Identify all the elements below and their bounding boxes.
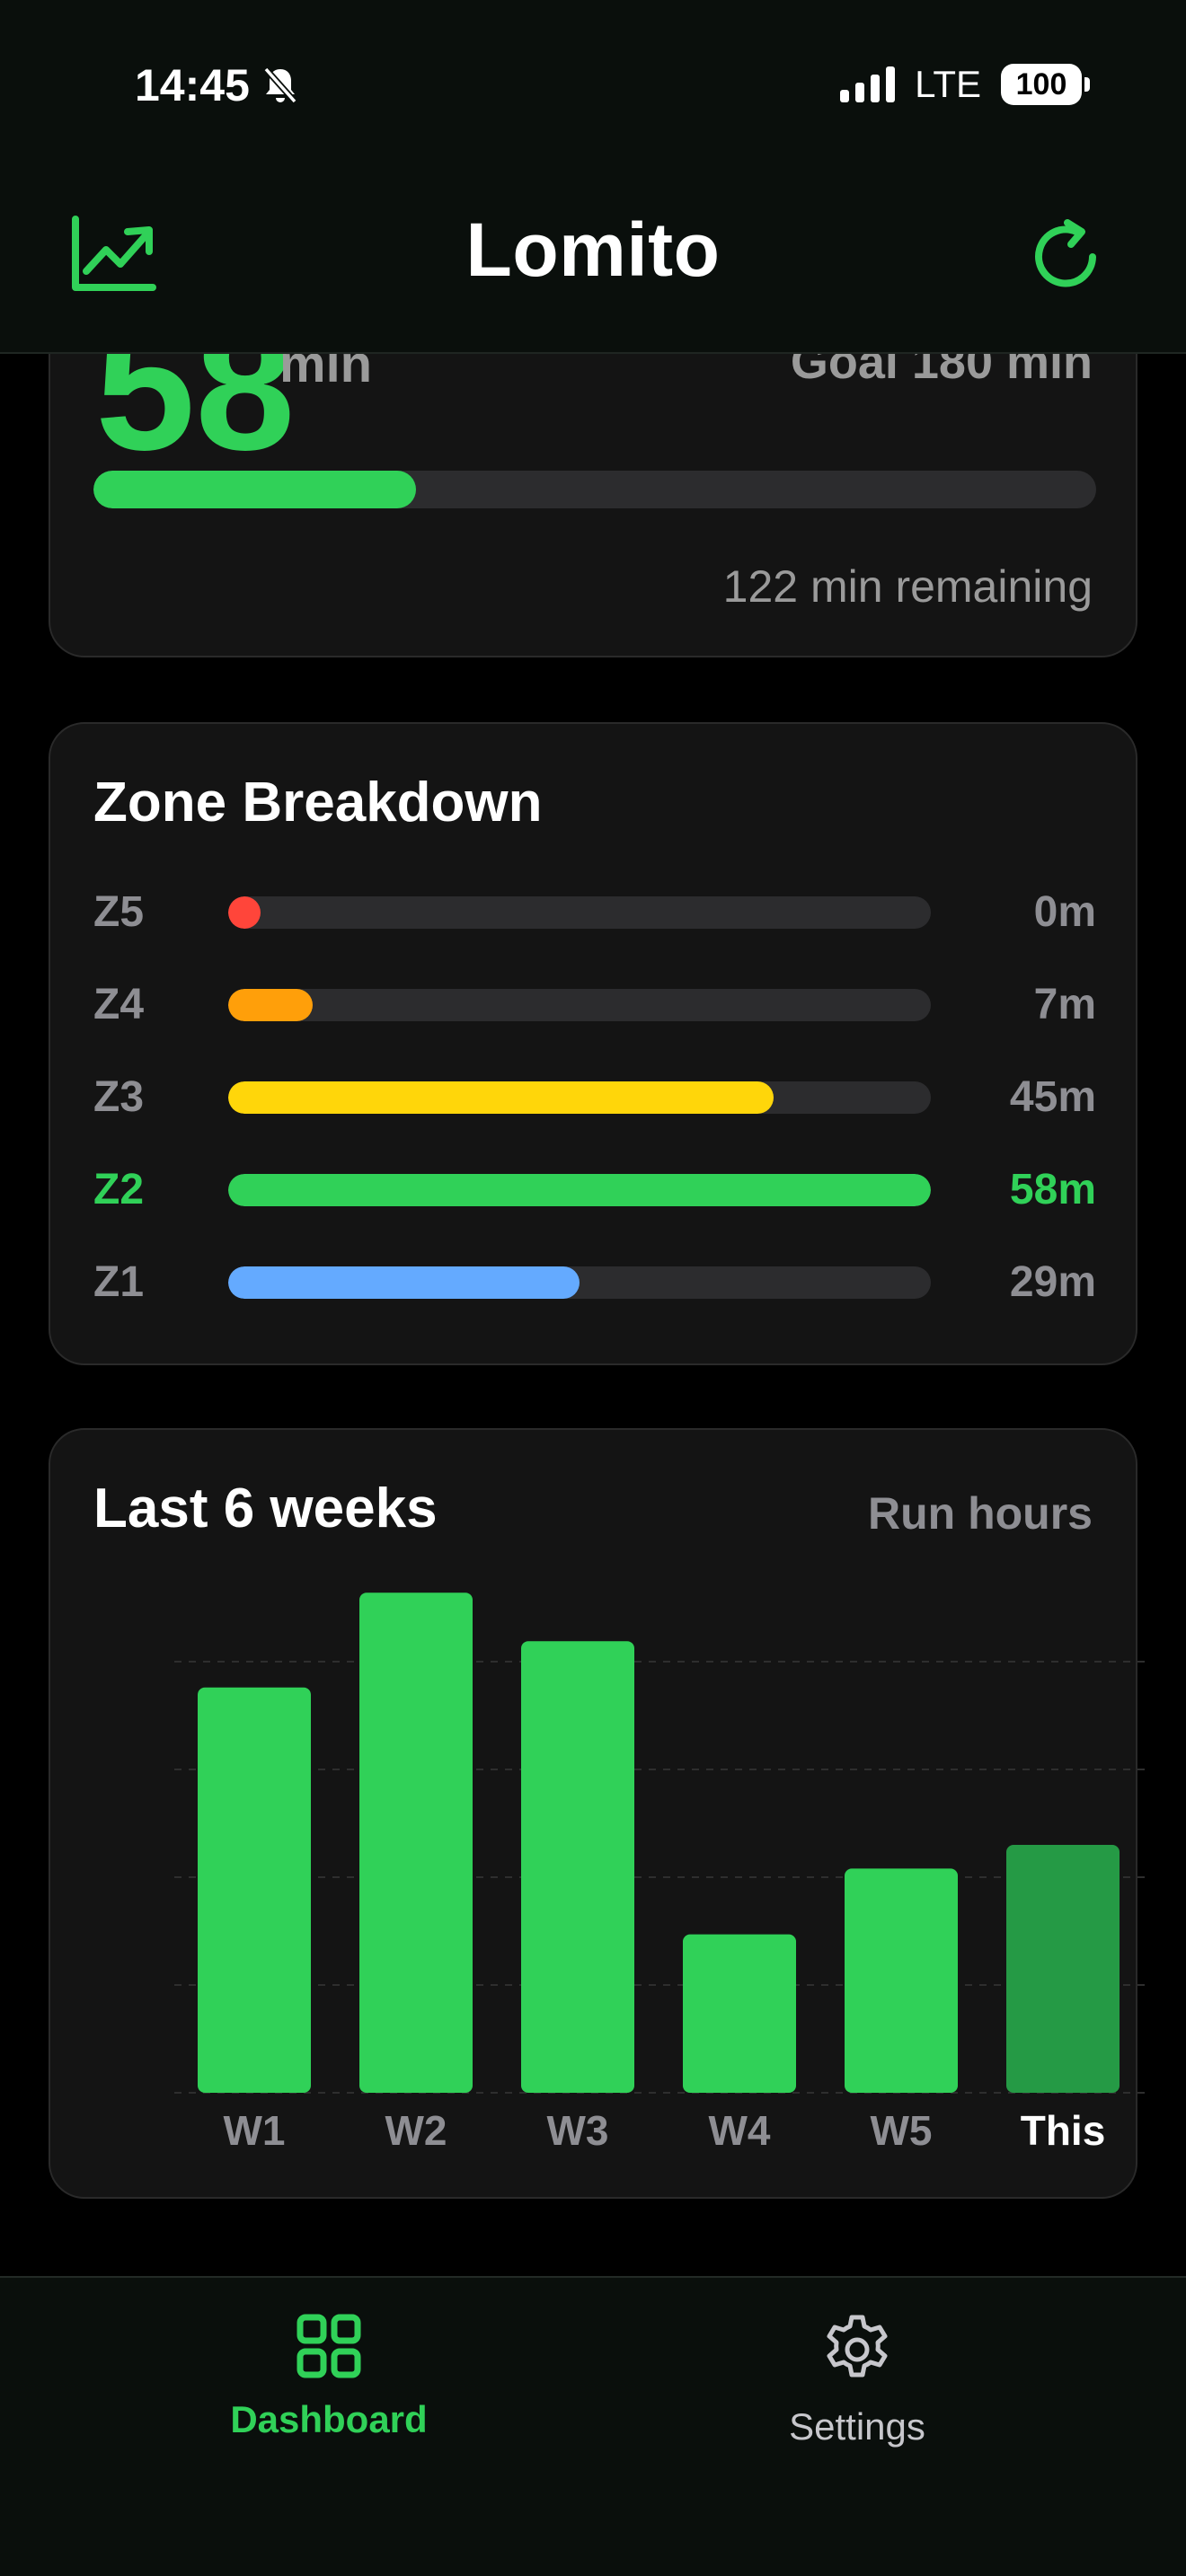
- tab-bar: Dashboard Settings: [0, 2276, 1186, 2576]
- zone-value: 0m: [1033, 888, 1096, 936]
- zone-value: 7m: [1033, 981, 1096, 1028]
- zone-row-z1: Z1 29m: [93, 1256, 1096, 1310]
- zone-bar-fill: [228, 1266, 580, 1299]
- top-header: 14:45 LTE 100 Lomito: [0, 0, 1186, 354]
- tab-dashboard-label: Dashboard: [230, 2398, 428, 2440]
- zone-row-z4: Z4 7m: [93, 978, 1096, 1032]
- remaining-label: 122 min remaining: [722, 561, 1093, 612]
- weekly-chart-title: Last 6 weeks: [93, 1478, 438, 1539]
- tab-settings[interactable]: Settings: [677, 2314, 1037, 2448]
- gear-icon: [827, 2315, 888, 2378]
- zone-bar-fill: [228, 896, 261, 929]
- zone-label: Z3: [93, 1073, 145, 1121]
- zone-bar-fill: [228, 989, 313, 1021]
- zone-value: 29m: [1009, 1258, 1096, 1306]
- goal-progress-fill: [93, 471, 417, 508]
- zone-bar: [228, 989, 931, 1021]
- chart-tick-label: This: [1021, 2107, 1106, 2154]
- battery-level: 100: [1015, 66, 1067, 101]
- cell-signal-icon: [840, 66, 896, 102]
- zone-label: Z4: [93, 981, 145, 1028]
- zone-breakdown-card: Zone Breakdown Z5 0m Z4 7m Z3 45m Z2 58m Z1 29m: [49, 722, 1137, 1365]
- goal-progress-bar: [93, 471, 1096, 508]
- chart-bar-w4: [683, 1934, 796, 2093]
- zone-bar: [228, 1081, 931, 1114]
- chart-tick-label: W1: [224, 2107, 286, 2154]
- chart-bar-this: [1006, 1845, 1120, 2093]
- zone-row-z3: Z3 45m: [93, 1071, 1096, 1125]
- zone-label: Z5: [93, 888, 145, 936]
- chart-bar-w5: [845, 1868, 958, 2093]
- app-screen: 58 min Goal 180 min 122 min remaining Zo…: [0, 0, 1186, 2576]
- status-time-group: 14:45: [135, 59, 298, 111]
- chart-bar-w1: [198, 1687, 311, 2093]
- zone-bar: [228, 1266, 931, 1299]
- weekly-chart-subtitle: Run hours: [868, 1488, 1093, 1539]
- zone-breakdown-title: Zone Breakdown: [93, 772, 543, 834]
- zone-value: 58m: [1009, 1166, 1096, 1213]
- chart-bar-w3: [521, 1641, 634, 2093]
- zone-label: Z1: [93, 1258, 145, 1306]
- weekly-chart-card: Last 6 weeks Run hours W1 W2 W3 W4 W5 This: [49, 1428, 1145, 2199]
- chart-bar-w2: [359, 1592, 473, 2093]
- zone-row-z2: Z2 58m: [93, 1163, 1096, 1217]
- zone-bar-fill: [228, 1081, 774, 1114]
- page-title: Lomito: [465, 207, 721, 292]
- zone-label: Z2: [93, 1166, 145, 1213]
- chart-tick-label: W3: [547, 2107, 609, 2154]
- network-type: LTE: [915, 63, 981, 105]
- chart-tick-label: W2: [385, 2107, 447, 2154]
- zone-bar: [228, 896, 931, 929]
- status-indicators: LTE 100: [840, 63, 1090, 106]
- tab-settings-label: Settings: [789, 2405, 925, 2448]
- weekly-bar-chart: W1 W2 W3 W4 W5 This: [174, 1592, 1145, 2154]
- battery-icon: 100: [1001, 64, 1090, 105]
- status-time: 14:45: [135, 60, 250, 110]
- chart-tick-label: W4: [709, 2107, 771, 2154]
- zone-bar: [228, 1174, 931, 1206]
- grid-icon: [296, 2314, 361, 2378]
- refresh-icon[interactable]: [1031, 217, 1103, 293]
- chart-tick-label: W5: [871, 2107, 933, 2154]
- zone-row-z5: Z5 0m: [93, 886, 1096, 940]
- zone-value: 45m: [1009, 1073, 1096, 1121]
- zone-bar-fill: [228, 1174, 931, 1206]
- silent-bell-icon: [263, 66, 297, 104]
- tab-dashboard[interactable]: Dashboard: [149, 2314, 509, 2441]
